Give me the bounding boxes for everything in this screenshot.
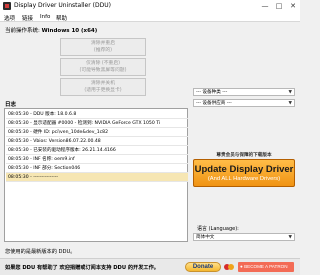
language-select[interactable]: 简体中文 ▼ xyxy=(193,233,295,241)
title-bar: Display Driver Uninstaller (DDU) — □ ✕ xyxy=(0,0,300,12)
footer-bar: 如果您 DDU 有帮助了 欢迎捐赠或订阅本支持 DDU 的开发工作。 Donat… xyxy=(0,258,300,275)
update-driver-button[interactable]: Update Display Driver (And ALL Hardware … xyxy=(193,159,295,187)
payment-cards-icon xyxy=(224,263,236,271)
clean-no-restart-line2: (可能导致黑屏等问题) xyxy=(79,67,127,73)
donate-button[interactable]: Donate xyxy=(185,262,221,272)
language-label: 语言 (Language): xyxy=(197,226,239,232)
window-title: Display Driver Uninstaller (DDU) xyxy=(14,2,111,9)
status-text: 您使用的是最新版本的 DDU。 xyxy=(5,249,76,255)
clean-shutdown-button[interactable]: 清除并关机 (适用于更换显卡) xyxy=(60,78,146,96)
menu-info[interactable]: Info xyxy=(40,14,50,20)
log-row[interactable]: 08:05:30 - 硬件 ID: pci\ven_10de&dev_1c82 xyxy=(6,128,188,137)
maximize-button[interactable]: □ xyxy=(272,0,286,12)
clean-restart-line2: (推荐的) xyxy=(93,47,113,53)
log-list[interactable]: 08:05:30 - DDU 版本: 18.0.6.8 08:05:30 - 显… xyxy=(4,108,188,242)
patreon-label: BECOME A PATRON xyxy=(244,264,288,269)
log-row-selected[interactable]: 08:05:30 - --------------- xyxy=(6,173,188,182)
os-label: 当前操作系统: xyxy=(5,28,40,34)
promo-main-label: Update Display Driver xyxy=(194,164,294,175)
log-row[interactable]: 08:05:30 - 显示适配器 #0000 - 检测到: NVIDIA GeF… xyxy=(6,119,188,128)
menu-bar: 选项 链接 Info 帮助 xyxy=(0,12,300,22)
device-vendor-select[interactable]: --- 设备供应商 --- ▼ xyxy=(193,99,295,107)
app-icon xyxy=(3,2,11,10)
log-title: 日志 xyxy=(5,102,17,108)
log-row[interactable]: 08:05:30 - INF 部分: Section046 xyxy=(6,164,188,173)
promo-caption: 尊贵会员与保障的下载版本 xyxy=(216,153,272,158)
patreon-button[interactable]: ● BECOME A PATRON xyxy=(238,262,294,272)
minimize-button[interactable]: — xyxy=(258,0,272,12)
log-row[interactable]: 08:05:30 - DDU 版本: 18.0.6.8 xyxy=(6,110,188,119)
chevron-down-icon: ▼ xyxy=(288,235,292,240)
chevron-down-icon: ▼ xyxy=(288,90,292,95)
log-row[interactable]: 08:05:30 - 已安装的驱动程序版本: 26.21.14.4166 xyxy=(6,146,188,155)
close-button[interactable]: ✕ xyxy=(286,0,300,12)
os-value: Windows 10 (x64) xyxy=(41,28,98,34)
os-info: 当前操作系统: Windows 10 (x64) xyxy=(5,26,97,34)
log-row[interactable]: 08:05:30 - Vbios: Version86.07.22.00.48 xyxy=(6,137,188,146)
donate-message: 如果您 DDU 有帮助了 欢迎捐赠或订阅本支持 DDU 的开发工作。 xyxy=(5,265,159,271)
clean-restart-button[interactable]: 清除并重启 (推荐的) xyxy=(60,38,146,56)
promo-sub-label: (And ALL Hardware Drivers) xyxy=(207,176,281,182)
menu-links[interactable]: 链接 xyxy=(22,14,33,22)
menu-help[interactable]: 帮助 xyxy=(56,14,67,22)
menu-options[interactable]: 选项 xyxy=(4,14,15,22)
clean-no-restart-button[interactable]: 仅清除 (不重启) (可能导致黑屏等问题) xyxy=(60,58,146,76)
clean-shutdown-line2: (适用于更换显卡) xyxy=(84,87,122,93)
log-row[interactable]: 08:05:30 - INF 名称: oem9.inf xyxy=(6,155,188,164)
chevron-down-icon: ▼ xyxy=(288,101,292,106)
language-value: 简体中文 xyxy=(196,235,215,240)
device-vendor-value: --- 设备供应商 --- xyxy=(196,101,232,106)
device-type-value: --- 设备种类 --- xyxy=(196,90,228,95)
device-type-select[interactable]: --- 设备种类 --- ▼ xyxy=(193,88,295,96)
